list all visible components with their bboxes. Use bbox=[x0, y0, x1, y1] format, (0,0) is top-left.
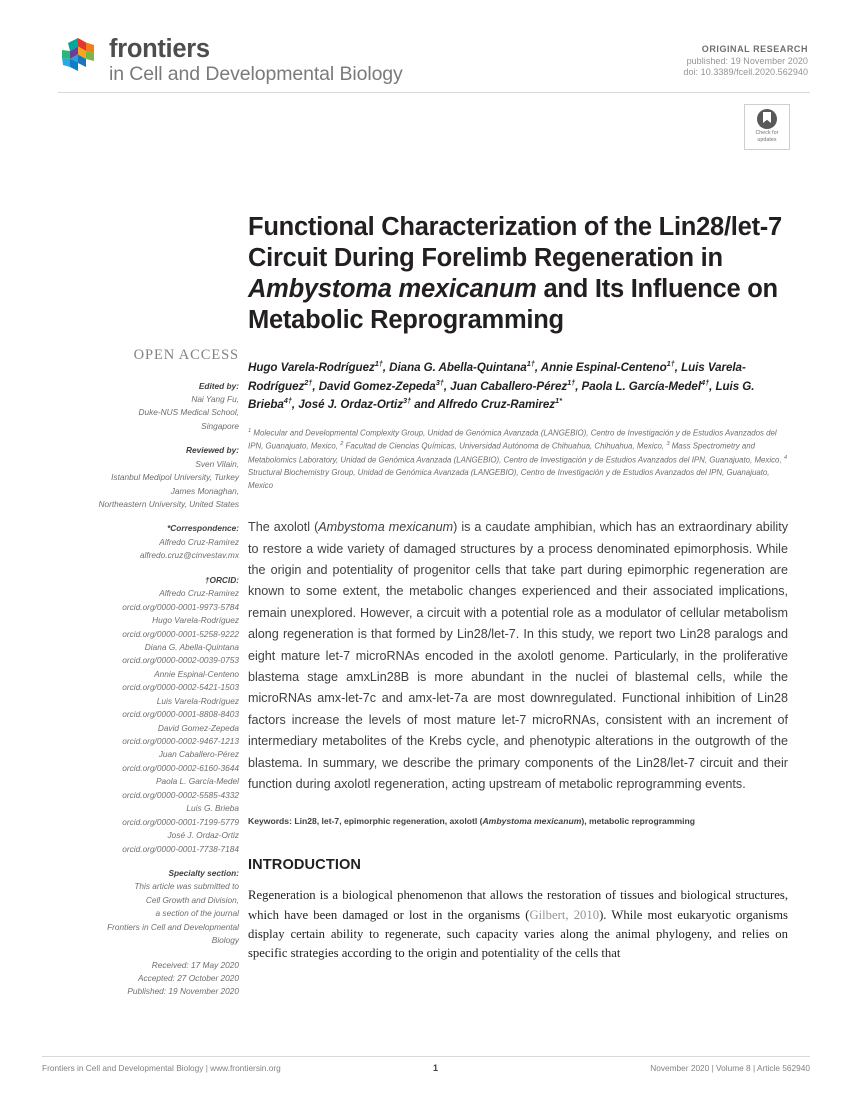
journal-wordmark: frontiers in Cell and Developmental Biol… bbox=[109, 33, 403, 86]
orcid-id[interactable]: orcid.org/0000-0001-8808-8403 bbox=[42, 708, 239, 721]
crossmark-label-line2: updates bbox=[757, 136, 777, 143]
specialty-line: Biology bbox=[211, 935, 239, 946]
orcid-name: José J. Ordaz-Ortiz bbox=[167, 830, 239, 841]
article-meta-header: ORIGINAL RESEARCH published: 19 November… bbox=[683, 44, 808, 79]
journal-tagline: in Cell and Developmental Biology bbox=[109, 63, 403, 85]
orcid-label: †ORCID: bbox=[204, 574, 239, 585]
title-species-name: Ambystoma mexicanum bbox=[248, 275, 537, 304]
orcid-id[interactable]: orcid.org/0000-0002-0039-0753 bbox=[42, 654, 239, 667]
frontiers-logo-icon bbox=[58, 34, 100, 76]
affiliation-list: 1 Molecular and Developmental Complexity… bbox=[248, 427, 788, 491]
page-title: Functional Characterization of the Lin28… bbox=[248, 212, 788, 336]
accepted-label: Accepted: bbox=[137, 973, 175, 983]
article-type: ORIGINAL RESEARCH bbox=[701, 44, 808, 54]
received-label: Received: bbox=[151, 959, 189, 970]
section-heading-introduction: INTRODUCTION bbox=[248, 857, 362, 874]
page-number: 1 bbox=[432, 1063, 438, 1073]
edited-by-label: Edited by: bbox=[198, 380, 239, 391]
editor-name: Nai Yang Fu, bbox=[191, 393, 239, 404]
reviewed-by-label: Reviewed by: bbox=[185, 445, 239, 456]
crossmark-label-line1: Check for bbox=[755, 130, 779, 136]
orcid-name: Alfredo Cruz-Ramirez bbox=[159, 588, 239, 599]
reviewed-by-block: Reviewed by: Sven Vilain, Istanbul Medip… bbox=[42, 444, 240, 511]
correspondence-name: Alfredo Cruz-Ramirez bbox=[159, 536, 239, 547]
orcid-name: Luis Varela-Rodríguez bbox=[156, 695, 239, 706]
specialty-section-block: Specialty section: This article was subm… bbox=[42, 867, 239, 948]
received-date-row: Received: 17 May 2020 bbox=[42, 959, 239, 972]
orcid-id[interactable]: orcid.org/0000-0001-5258-9222 bbox=[42, 628, 239, 641]
specialty-line: a section of the journal bbox=[155, 908, 239, 919]
orcid-id[interactable]: orcid.org/0000-0002-5421-1503 bbox=[42, 681, 239, 694]
specialty-line: This article was submitted to bbox=[134, 881, 239, 892]
published-date-row: Published: 19 November 2020 bbox=[42, 985, 239, 998]
reviewer-name-2: James Monaghan, bbox=[170, 485, 239, 496]
reviewer-affiliation-1: Istanbul Medipol University, Turkey bbox=[111, 472, 239, 483]
page-footer: Frontiers in Cell and Developmental Biol… bbox=[42, 1063, 810, 1073]
accepted-value: 27 October 2020 bbox=[177, 973, 239, 983]
orcid-name: Hugo Varela-Rodríguez bbox=[152, 615, 239, 626]
sidebar: OPEN ACCESS Edited by: Nai Yang Fu, Duke… bbox=[42, 347, 240, 999]
orcid-name: Juan Caballero-Pérez bbox=[158, 749, 239, 760]
orcid-id[interactable]: orcid.org/0000-0001-7199-5779 bbox=[42, 816, 239, 829]
orcid-id[interactable]: orcid.org/0000-0002-9467-1213 bbox=[42, 735, 239, 748]
orcid-block: †ORCID: Alfredo Cruz-Ramirez orcid.org/0… bbox=[42, 574, 239, 856]
reviewer-name-1: Sven Vilain, bbox=[195, 458, 239, 469]
orcid-name: Paola L. García-Medel bbox=[155, 776, 239, 787]
editor-affiliation: Duke-NUS Medical School, bbox=[138, 407, 239, 418]
editor-country: Singapore bbox=[201, 420, 239, 431]
abstract-text: The axolotl (Ambystoma mexicanum) is a c… bbox=[248, 520, 788, 791]
crossmark-icon bbox=[757, 109, 777, 129]
footer-divider bbox=[42, 1056, 810, 1057]
title-text-part1: Functional Characterization of the Lin28… bbox=[248, 213, 782, 273]
orcid-id[interactable]: orcid.org/0000-0002-6160-3644 bbox=[42, 762, 239, 775]
main-content: Functional Characterization of the Lin28… bbox=[248, 212, 788, 963]
orcid-name: Annie Espinal-Centeno bbox=[154, 668, 239, 679]
open-access-label: OPEN ACCESS bbox=[133, 347, 239, 363]
reviewer-affiliation-2: Northeastern University, United States bbox=[98, 499, 240, 509]
footer-issue-info: November 2020 | Volume 8 | Article 56294… bbox=[650, 1063, 810, 1073]
article-page: frontiers in Cell and Developmental Biol… bbox=[0, 0, 850, 1113]
frontiers-wordmark: frontiers bbox=[109, 35, 210, 63]
author-list: Hugo Varela-Rodríguez1†, Diana G. Abella… bbox=[248, 359, 755, 412]
specialty-line: Cell Growth and Division, bbox=[145, 894, 239, 905]
received-value: 17 May 2020 bbox=[191, 959, 239, 970]
check-for-updates-badge[interactable]: Check for updates bbox=[744, 104, 790, 150]
orcid-name: Luis G. Brieba bbox=[186, 803, 239, 814]
correspondence-label: *Correspondence: bbox=[167, 523, 239, 534]
edited-by-block: Edited by: Nai Yang Fu, Duke-NUS Medical… bbox=[42, 380, 239, 434]
correspondence-block: *Correspondence: Alfredo Cruz-Ramirez al… bbox=[42, 522, 239, 562]
specialty-line: Frontiers in Cell and Developmental bbox=[107, 921, 239, 932]
orcid-id[interactable]: orcid.org/0000-0001-9973-5784 bbox=[42, 601, 239, 614]
article-dates-block: Received: 17 May 2020 Accepted: 27 Octob… bbox=[42, 959, 239, 999]
orcid-name: David Gomez-Zepeda bbox=[157, 722, 239, 733]
specialty-section-label: Specialty section: bbox=[168, 867, 239, 878]
orcid-id[interactable]: orcid.org/0000-0002-5585-4332 bbox=[42, 789, 239, 802]
accepted-date-row: Accepted: 27 October 2020 bbox=[42, 972, 239, 985]
orcid-name: Diana G. Abella-Quintana bbox=[144, 641, 239, 652]
introduction-paragraph: Regeneration is a biological phenomenon … bbox=[248, 888, 788, 961]
published-date: published: 19 November 2020 bbox=[686, 55, 808, 66]
keywords-line: Keywords: Lin28, let-7, epimorphic regen… bbox=[248, 816, 695, 827]
orcid-id[interactable]: orcid.org/0000-0001-7738-7184 bbox=[42, 843, 239, 856]
journal-masthead: frontiers in Cell and Developmental Biol… bbox=[58, 33, 478, 86]
article-doi[interactable]: doi: 10.3389/fcell.2020.562940 bbox=[683, 67, 808, 79]
published-value: 19 November 2020 bbox=[168, 986, 239, 997]
correspondence-email[interactable]: alfredo.cruz@cinvestav.mx bbox=[42, 549, 239, 562]
published-label: Published: bbox=[127, 986, 167, 997]
header-divider bbox=[58, 92, 810, 93]
